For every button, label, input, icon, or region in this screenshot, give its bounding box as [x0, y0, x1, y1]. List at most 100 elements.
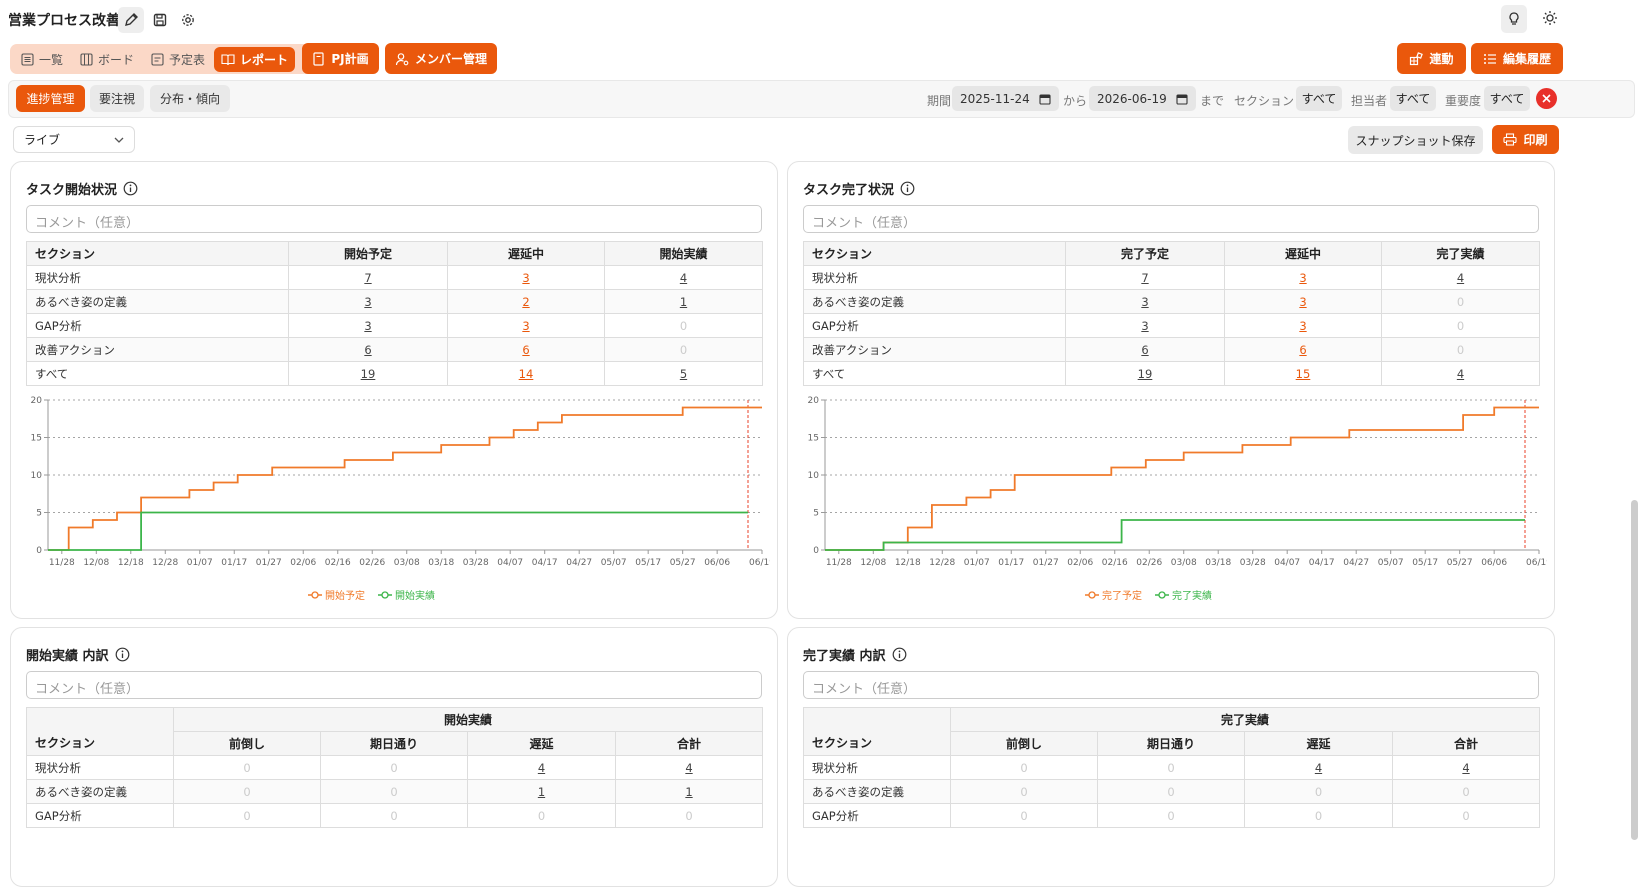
y-tick-label: 10	[31, 471, 43, 481]
info-icon[interactable]	[892, 647, 907, 662]
early-count: 0	[243, 808, 251, 823]
lightbulb-icon[interactable]	[1501, 5, 1527, 33]
actual-count[interactable]: 4	[680, 271, 687, 285]
legend-marker	[381, 591, 389, 599]
planned-count[interactable]: 19	[1138, 367, 1153, 381]
planned-count[interactable]: 7	[364, 271, 371, 285]
late-count[interactable]: 4	[1315, 761, 1322, 775]
delayed-count[interactable]: 6	[1299, 343, 1306, 357]
info-icon[interactable]	[123, 181, 138, 196]
page-scrollbar[interactable]	[1631, 500, 1638, 840]
early-count: 0	[1020, 760, 1028, 775]
table-row: あるべき姿の定義 0 0 1 1	[26, 779, 764, 804]
total-count[interactable]: 1	[685, 785, 692, 799]
delayed-count[interactable]: 3	[1299, 295, 1306, 309]
from-label: から	[1063, 94, 1088, 108]
snapshot-save-button[interactable]: スナップショット保存	[1348, 126, 1483, 154]
delayed-count[interactable]: 3	[1299, 271, 1306, 285]
task-start-comment[interactable]: コメント（任意）	[26, 205, 762, 233]
planned-count[interactable]: 3	[1141, 319, 1148, 333]
tab-calendar[interactable]: 予定表	[144, 47, 212, 72]
planned-count[interactable]: 3	[1141, 295, 1148, 309]
planned-count[interactable]: 19	[361, 367, 376, 381]
delayed-count[interactable]: 6	[522, 343, 529, 357]
x-tick-label: 03/28	[463, 558, 489, 568]
owner-filter-label: 担当者	[1351, 94, 1388, 108]
calendar-icon[interactable]	[1039, 93, 1051, 105]
complete-breakdown-comment[interactable]: コメント（任意）	[803, 671, 1539, 699]
project-title: 営業プロセス改善	[8, 13, 120, 29]
info-icon[interactable]	[900, 181, 915, 196]
delayed-count[interactable]: 2	[522, 295, 529, 309]
x-tick-label: 02/06	[1067, 558, 1093, 568]
tab-report[interactable]: レポート	[214, 47, 295, 72]
section-filter-select[interactable]: すべて	[1296, 86, 1342, 111]
ontime-count: 0	[390, 808, 398, 823]
importance-filter-select[interactable]: すべて	[1484, 86, 1530, 111]
y-tick-label: 0	[36, 546, 42, 556]
col-section: セクション	[26, 241, 289, 266]
x-tick-label: 01/17	[998, 558, 1024, 568]
task-complete-comment[interactable]: コメント（任意）	[803, 205, 1539, 233]
actual-count[interactable]: 1	[680, 295, 687, 309]
edit-icon[interactable]	[118, 7, 144, 33]
planned-count[interactable]: 3	[364, 295, 371, 309]
edit-history-button[interactable]: 編集履歴	[1471, 43, 1563, 74]
actual-count[interactable]: 4	[1457, 367, 1464, 381]
date-to-input[interactable]: 2026-06-19	[1089, 86, 1196, 111]
planned-count[interactable]: 6	[364, 343, 371, 357]
col-planned: 開始予定	[288, 241, 448, 266]
start-breakdown-title: 開始実績 内訳	[26, 645, 130, 664]
info-icon[interactable]	[115, 647, 130, 662]
total-count[interactable]: 4	[1462, 761, 1469, 775]
delayed-count[interactable]: 3	[522, 271, 529, 285]
planned-count[interactable]: 7	[1141, 271, 1148, 285]
tab-attention[interactable]: 要注視	[90, 85, 144, 112]
row-label: 改善アクション	[803, 337, 1066, 362]
series-line-actual	[48, 511, 748, 551]
tab-board[interactable]: ボード	[73, 47, 141, 72]
x-tick-label: 06/19	[1526, 558, 1547, 568]
series-line-actual	[825, 519, 1525, 551]
member-management-button[interactable]: メンバー管理	[385, 43, 497, 74]
x-tick-label: 12/08	[860, 558, 886, 568]
x-tick-label: 03/18	[1205, 558, 1231, 568]
pj-plan-button[interactable]: PJ計画	[302, 43, 379, 74]
actual-count[interactable]: 4	[1457, 271, 1464, 285]
save-icon[interactable]	[147, 7, 173, 33]
late-count[interactable]: 1	[538, 785, 545, 799]
calendar-icon[interactable]	[1176, 93, 1188, 105]
live-select[interactable]: ライブ	[13, 126, 135, 153]
start-breakdown-comment[interactable]: コメント（任意）	[26, 671, 762, 699]
tab-list[interactable]: 一覧	[14, 47, 70, 72]
x-tick-label: 02/06	[290, 558, 316, 568]
table-row: 現状分析 0 0 4 4	[803, 755, 1541, 780]
table-row: 現状分析 0 0 4 4	[26, 755, 764, 780]
planned-count[interactable]: 6	[1141, 343, 1148, 357]
tab-progress[interactable]: 進捗管理	[16, 85, 85, 112]
tab-board-label: ボード	[98, 53, 135, 67]
late-count[interactable]: 4	[538, 761, 545, 775]
clear-filters-button[interactable]	[1536, 88, 1557, 109]
delayed-count[interactable]: 14	[519, 367, 534, 381]
x-tick-label: 05/07	[1378, 558, 1404, 568]
planned-count[interactable]: 3	[364, 319, 371, 333]
date-from-input[interactable]: 2025-11-24	[952, 86, 1059, 111]
gear-icon[interactable]	[175, 7, 201, 33]
link-button[interactable]: 連動	[1397, 43, 1466, 74]
delayed-count[interactable]: 3	[522, 319, 529, 333]
col-group: 開始実績	[172, 707, 764, 732]
sun-icon[interactable]	[1537, 5, 1563, 31]
owner-filter-select[interactable]: すべて	[1390, 86, 1436, 111]
early-count: 0	[1020, 808, 1028, 823]
col-actual: 完了実績	[1381, 241, 1540, 266]
actual-count: 0	[1456, 318, 1465, 333]
actual-count[interactable]: 5	[680, 367, 687, 381]
delayed-count[interactable]: 3	[1299, 319, 1306, 333]
tab-distribution[interactable]: 分布・傾向	[150, 85, 230, 112]
total-count[interactable]: 4	[685, 761, 692, 775]
delayed-count[interactable]: 15	[1296, 367, 1311, 381]
print-button[interactable]: 印刷	[1492, 125, 1559, 154]
legend-marker	[1158, 591, 1166, 599]
task-complete-table: セクション 完了予定 遅延中 完了実績 現状分析 7 3 4 あるべき姿の定義 3 3 0 …	[803, 241, 1540, 386]
